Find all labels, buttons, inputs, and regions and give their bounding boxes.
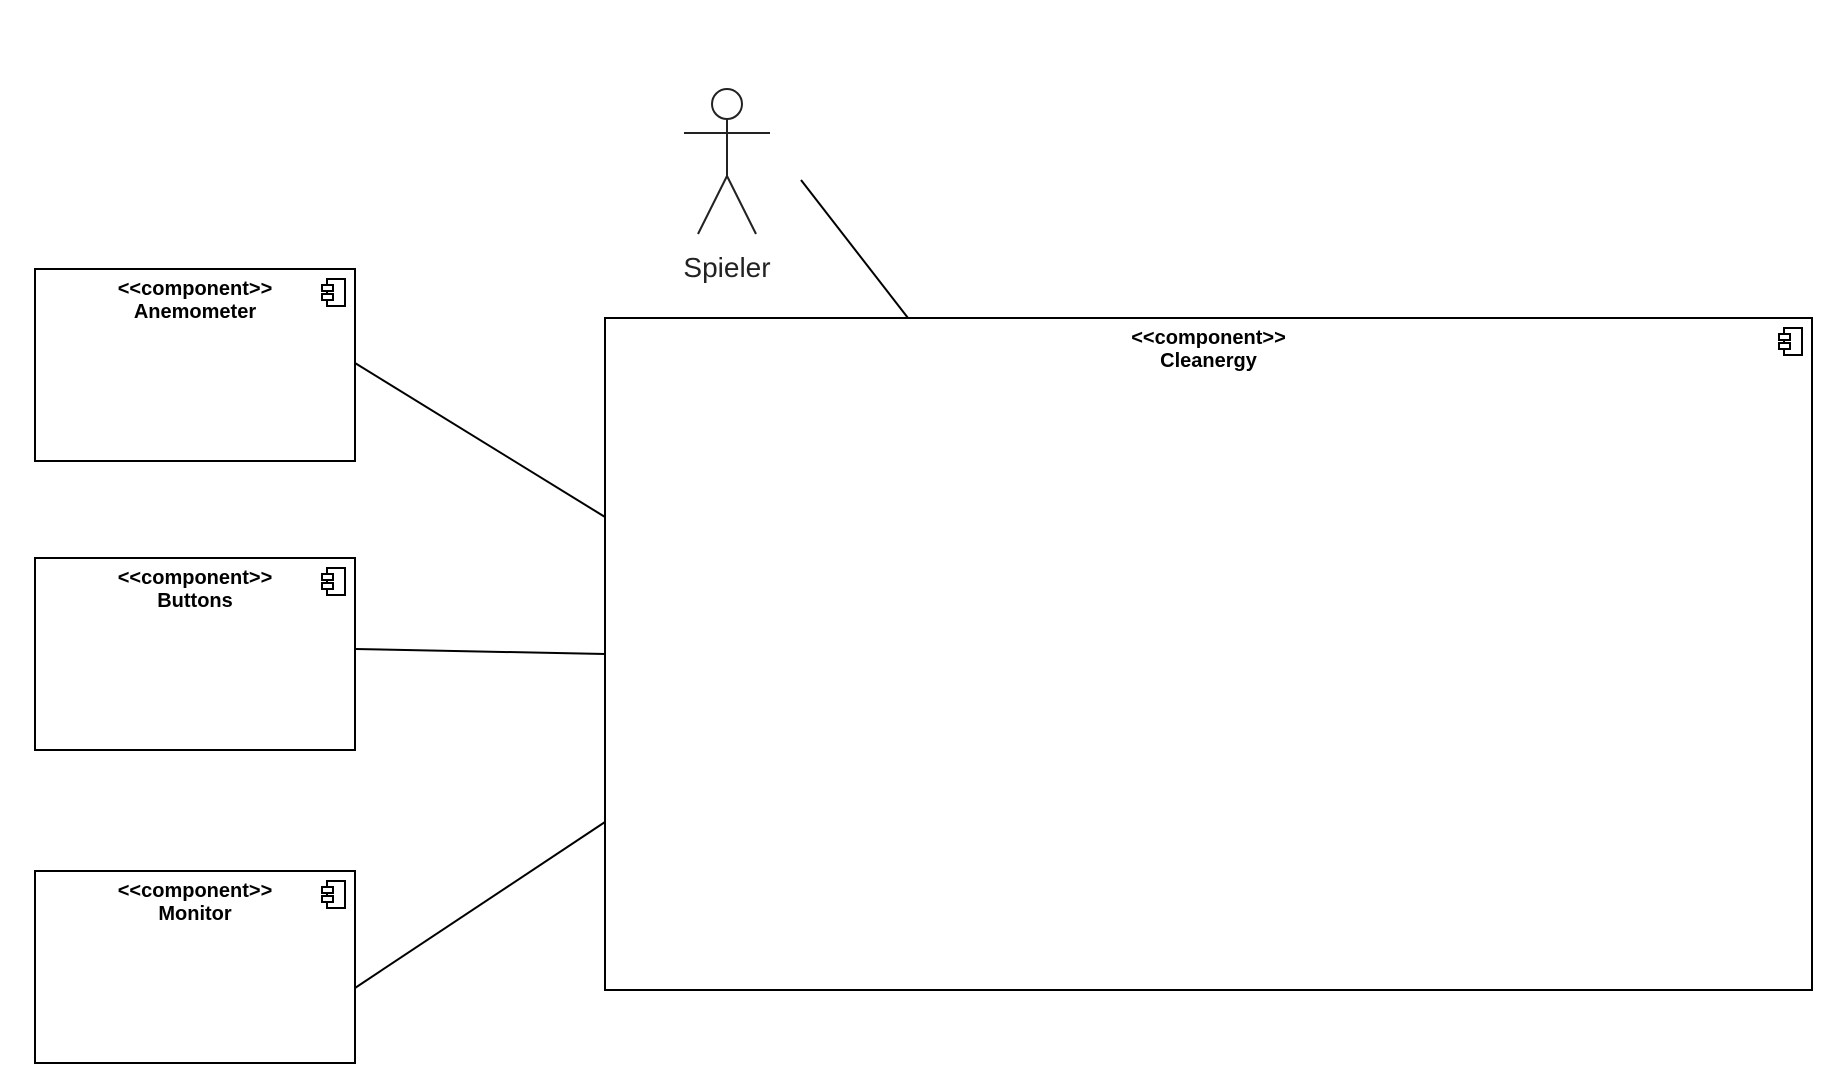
component-name: Cleanergy <box>1160 350 1257 372</box>
component-stereotype: <<component>> <box>117 880 273 902</box>
component-diagram: <<component>> Anemometer <<component>> B… <box>0 0 1844 1074</box>
connector-actor-cleanergy <box>800 179 909 319</box>
component-stereotype: <<component>> <box>117 567 273 589</box>
component-icon <box>321 567 346 596</box>
component-stereotype: <<component>> <box>1131 327 1286 349</box>
component-name: Monitor <box>158 903 232 925</box>
component-name: Anemometer <box>133 301 257 323</box>
actor-name: Spieler <box>683 252 771 283</box>
connector-anemometer-cleanergy <box>354 362 606 518</box>
component-icon <box>1778 327 1803 356</box>
component-name: Buttons <box>157 590 233 612</box>
component-monitor[interactable]: <<component>> Monitor <box>34 870 356 1064</box>
connector-monitor-cleanergy <box>354 821 606 989</box>
component-icon <box>321 880 346 909</box>
component-anemometer[interactable]: <<component>> Anemometer <box>34 268 356 462</box>
connector-buttons-cleanergy <box>354 648 606 655</box>
actor-icon <box>684 88 770 235</box>
actor-spieler[interactable]: Spieler <box>672 86 782 286</box>
component-buttons[interactable]: <<component>> Buttons <box>34 557 356 751</box>
component-cleanergy[interactable]: <<component>> Cleanergy <box>604 317 1813 991</box>
component-icon <box>321 278 346 307</box>
component-stereotype: <<component>> <box>117 278 273 300</box>
